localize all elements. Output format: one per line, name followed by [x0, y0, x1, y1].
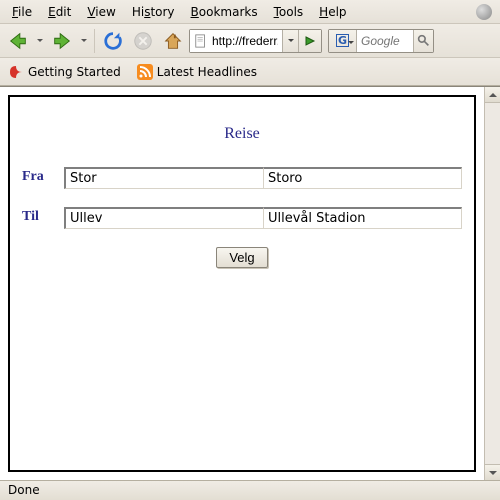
menu-view[interactable]: View	[79, 3, 123, 21]
url-field-wrap[interactable]	[190, 30, 283, 52]
forward-button[interactable]	[48, 27, 76, 55]
url-input[interactable]	[212, 34, 278, 48]
search-input[interactable]	[357, 34, 413, 48]
vertical-scrollbar[interactable]	[484, 87, 500, 480]
from-row: Fra Storo	[22, 167, 462, 189]
to-suggestion[interactable]: Ullevål Stadion	[264, 207, 462, 229]
page-frame: Reise Fra Storo Til Ullevål Stadion Velg	[8, 95, 476, 472]
from-suggestion[interactable]: Storo	[264, 167, 462, 189]
page-title: Reise	[22, 125, 462, 143]
forward-arrow-icon	[51, 30, 73, 52]
content-area: Reise Fra Storo Til Ullevål Stadion Velg	[0, 86, 500, 480]
menu-tools[interactable]: Tools	[266, 3, 312, 21]
back-arrow-icon	[7, 30, 29, 52]
search-bar: G	[328, 29, 434, 53]
to-label: Til	[22, 207, 64, 229]
rss-icon	[137, 64, 153, 80]
google-icon: G	[336, 34, 349, 47]
bookmark-label: Latest Headlines	[157, 65, 257, 79]
bookmark-getting-started[interactable]: Getting Started	[8, 64, 121, 80]
search-go-button[interactable]	[413, 30, 433, 52]
back-dropdown[interactable]	[34, 27, 46, 55]
navigation-toolbar: G	[0, 24, 500, 58]
stop-button	[129, 27, 157, 55]
forward-dropdown[interactable]	[78, 27, 90, 55]
go-arrow-icon	[304, 35, 316, 47]
status-bar: Done	[0, 480, 500, 500]
to-row: Til Ullevål Stadion	[22, 207, 462, 229]
bookmark-label: Getting Started	[28, 65, 121, 79]
bookmarks-toolbar: Getting Started Latest Headlines	[0, 58, 500, 86]
stop-icon	[132, 30, 154, 52]
from-label: Fra	[22, 167, 64, 189]
home-icon	[162, 30, 184, 52]
search-icon	[417, 34, 430, 47]
menu-bar: File Edit View History Bookmarks Tools H…	[0, 0, 500, 24]
menu-file[interactable]: File	[4, 3, 40, 21]
from-input[interactable]	[64, 167, 264, 189]
getting-started-icon	[8, 64, 24, 80]
search-engine-selector[interactable]: G	[329, 30, 357, 52]
status-text: Done	[8, 483, 40, 497]
submit-row: Velg	[22, 247, 462, 268]
menu-help[interactable]: Help	[311, 3, 354, 21]
menu-history[interactable]: History	[124, 3, 183, 21]
url-bar	[189, 29, 322, 53]
scroll-up-button[interactable]	[485, 87, 500, 103]
to-input[interactable]	[64, 207, 264, 229]
page-icon	[194, 34, 208, 48]
home-button[interactable]	[159, 27, 187, 55]
reload-icon	[102, 30, 124, 52]
url-dropdown[interactable]	[283, 30, 299, 52]
scroll-down-button[interactable]	[485, 464, 500, 480]
go-button[interactable]	[299, 30, 321, 52]
menu-bookmarks[interactable]: Bookmarks	[183, 3, 266, 21]
bookmark-latest-headlines[interactable]: Latest Headlines	[137, 64, 257, 80]
submit-button[interactable]: Velg	[216, 247, 267, 268]
menu-edit[interactable]: Edit	[40, 3, 79, 21]
reload-button[interactable]	[99, 27, 127, 55]
back-button[interactable]	[4, 27, 32, 55]
activity-throbber-icon	[476, 4, 492, 20]
